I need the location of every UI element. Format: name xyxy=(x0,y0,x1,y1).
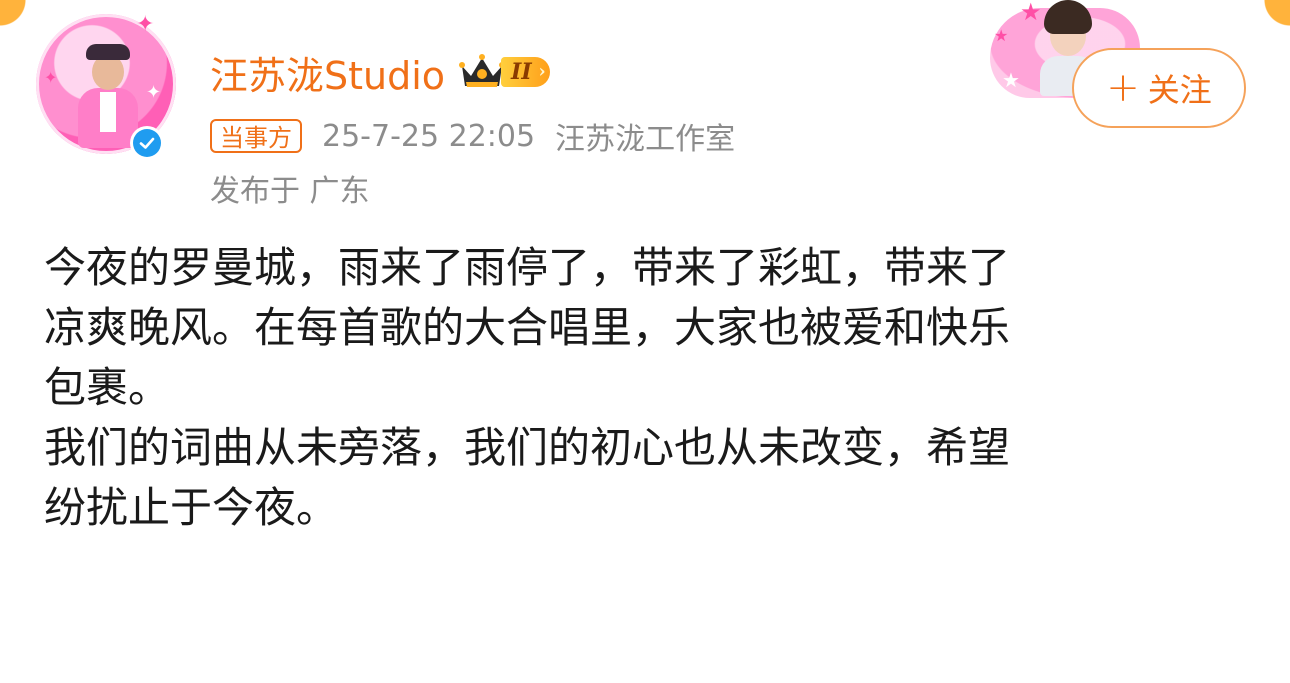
post-body-line: 包裹。 xyxy=(44,363,171,412)
post-body-line: 今夜的罗曼城，雨来了雨停了，带来了彩虹，带来了 xyxy=(44,243,1011,292)
party-tag[interactable]: 当事方 xyxy=(210,119,302,153)
post-source[interactable]: 汪苏泷工作室 xyxy=(555,114,735,158)
weibo-post-card: ✦ ✦ ✦ 汪苏泷Studio II › 当事方 25-7-25 22:05 汪… xyxy=(0,0,1290,683)
post-body: 今夜的罗曼城，雨来了雨停了，带来了彩虹，带来了 凉爽晚风。在每首歌的大合唱里，大… xyxy=(44,238,1244,538)
sparkle-icon: ✦ xyxy=(44,68,58,87)
verified-check-icon xyxy=(139,137,155,149)
star-icon: ★ xyxy=(994,26,1009,45)
post-body-line: 我们的词曲从未旁落，我们的初心也从未改变，希望 xyxy=(44,423,1011,472)
author-name-row: 汪苏泷Studio II › xyxy=(210,44,550,100)
vip-level-label: II xyxy=(511,59,532,85)
vip-badge[interactable]: II › xyxy=(457,50,550,94)
author-name[interactable]: 汪苏泷Studio xyxy=(210,45,445,100)
sparkle-icon: ✦ xyxy=(146,82,162,103)
post-timestamp: 25-7-25 22:05 xyxy=(322,118,536,154)
verified-badge xyxy=(130,126,164,160)
star-icon: ★ xyxy=(1020,0,1042,26)
post-meta-row: 当事方 25-7-25 22:05 汪苏泷工作室 xyxy=(210,114,735,158)
post-location: 发布于 广东 xyxy=(210,174,370,209)
star-icon: ★ xyxy=(1002,68,1020,92)
vip-level-badge: II › xyxy=(501,57,550,87)
corner-decoration xyxy=(0,0,40,40)
crown-icon xyxy=(459,54,506,87)
corner-decoration xyxy=(1250,0,1290,40)
follow-label: 关注 xyxy=(1147,71,1212,109)
plus-icon: + xyxy=(1106,65,1140,111)
author-avatar[interactable]: ✦ ✦ ✦ xyxy=(36,12,176,160)
post-body-line: 凉爽晚风。在每首歌的大合唱里，大家也被爱和快乐 xyxy=(44,303,1011,352)
sparkle-icon: ✦ xyxy=(136,12,155,37)
chevron-right-icon: › xyxy=(538,61,546,82)
avatar-portrait xyxy=(78,44,138,148)
post-body-line: 纷扰止于今夜。 xyxy=(44,483,339,532)
follow-button[interactable]: + 关注 xyxy=(1072,48,1246,128)
